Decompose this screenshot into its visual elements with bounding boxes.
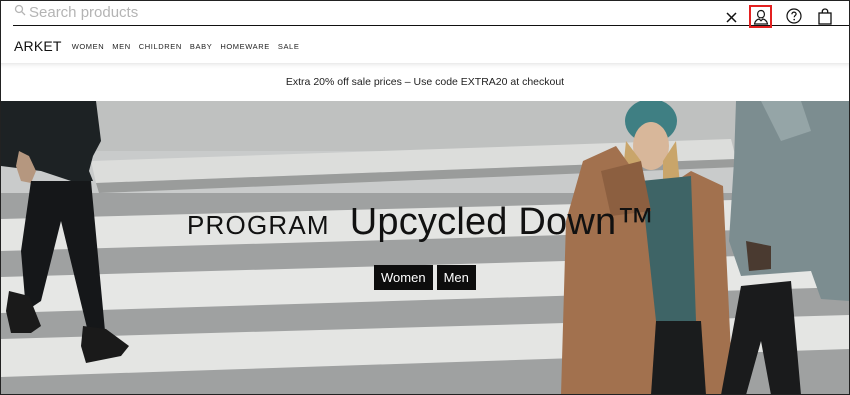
nav-item-baby[interactable]: BABY — [190, 42, 212, 51]
hero-buttons: Women Men — [374, 265, 476, 290]
brand-logo[interactable]: ARKET — [14, 38, 62, 54]
help-button[interactable] — [784, 6, 804, 26]
shop-women-button[interactable]: Women — [374, 265, 433, 290]
search-icon — [14, 4, 26, 16]
search-bar — [1, 1, 849, 31]
promo-text: Extra 20% off sale prices – Use code EXT… — [285, 76, 565, 88]
hero-banner[interactable]: PROGRAM Upcycled Down™ Women Men — [1, 101, 849, 394]
search-input[interactable] — [29, 1, 589, 23]
account-button[interactable] — [749, 5, 772, 28]
shopping-bag-icon — [818, 7, 832, 25]
nav-item-men[interactable]: MEN — [112, 42, 130, 51]
hero-image — [1, 101, 849, 394]
help-icon — [786, 8, 802, 24]
promo-banner[interactable]: Extra 20% off sale prices – Use code EXT… — [1, 63, 849, 101]
hero-headline: Upcycled Down™ — [349, 201, 655, 243]
hero-title: PROGRAM Upcycled Down™ — [187, 201, 655, 244]
nav-links: WOMEN MEN CHILDREN BABY HOMEWARE SALE — [72, 42, 300, 51]
shop-men-button[interactable]: Men — [436, 265, 476, 290]
close-icon — [725, 11, 737, 23]
hero-kicker: PROGRAM — [187, 210, 330, 240]
nav-item-homeware[interactable]: HOMEWARE — [220, 42, 270, 51]
nav-item-children[interactable]: CHILDREN — [139, 42, 182, 51]
shopping-bag-button[interactable] — [816, 6, 834, 26]
close-search-button[interactable] — [721, 7, 741, 27]
main-navigation: ARKET WOMEN MEN CHILDREN BABY HOMEWARE S… — [1, 31, 849, 61]
page-frame: ARKET WOMEN MEN CHILDREN BABY HOMEWARE S… — [0, 0, 850, 395]
nav-item-women[interactable]: WOMEN — [72, 42, 105, 51]
nav-item-sale[interactable]: SALE — [278, 42, 300, 51]
account-icon — [753, 9, 768, 25]
